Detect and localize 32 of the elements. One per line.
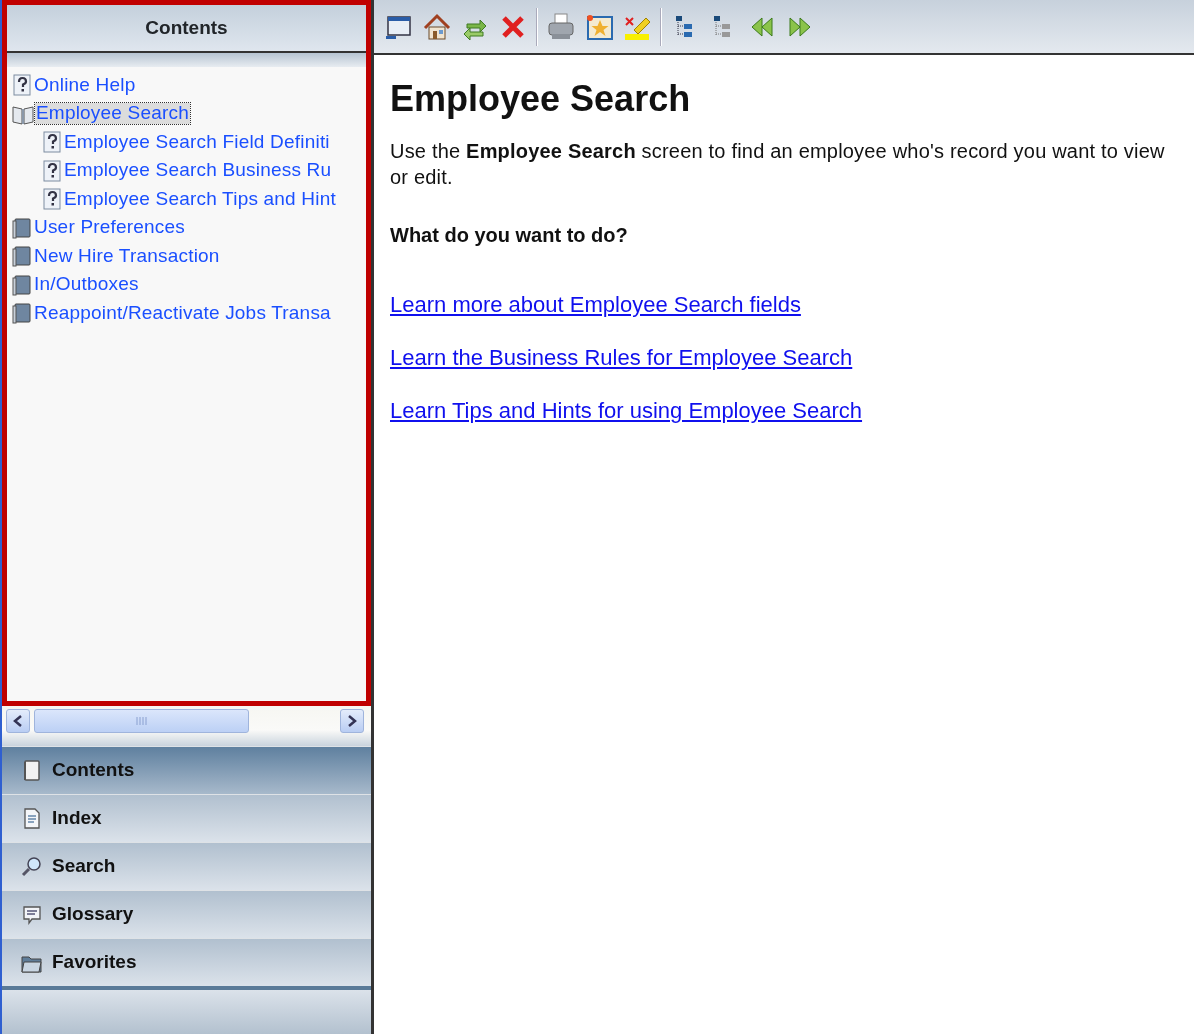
tree-item[interactable]: Employee Search Business Ru bbox=[63, 160, 333, 182]
scroll-right-button[interactable] bbox=[340, 709, 364, 733]
tree-item[interactable]: Reappoint/Reactivate Jobs Transa bbox=[33, 302, 332, 324]
nav-tab[interactable]: Contents bbox=[2, 746, 371, 794]
tree-item[interactable]: Online Help bbox=[33, 74, 137, 96]
scroll-left-button[interactable] bbox=[6, 709, 30, 733]
help-page-icon bbox=[11, 74, 33, 97]
help-page-icon bbox=[41, 131, 63, 154]
tree-item[interactable]: User Preferences bbox=[33, 217, 187, 239]
panel-title: Contents bbox=[7, 5, 366, 53]
nav-tab[interactable]: Index bbox=[2, 794, 371, 842]
search-icon bbox=[20, 854, 44, 879]
right-chevron-icon bbox=[346, 714, 358, 728]
tree-item[interactable]: Employee Search bbox=[35, 103, 190, 125]
tree-item[interactable]: Employee Search Field Definiti bbox=[63, 131, 331, 153]
section-heading: What do you want to do? bbox=[390, 223, 629, 249]
nav-tab[interactable]: Favorites bbox=[2, 938, 371, 986]
help-link[interactable]: Learn Tips and Hints for using Employee Search bbox=[390, 394, 863, 428]
intro-paragraph: Use the Employee Search screen to find an employee who's record you want to view or edit. bbox=[390, 139, 1166, 191]
help-link[interactable]: Learn the Business Rules for Employee Search bbox=[390, 341, 853, 375]
nav-tab[interactable]: Glossary bbox=[2, 890, 371, 938]
help-page-icon bbox=[41, 159, 63, 182]
page-heading: Employee Search bbox=[390, 77, 692, 121]
tree-item[interactable]: In/Outboxes bbox=[33, 274, 140, 296]
grip-icon bbox=[134, 716, 149, 726]
tree-item[interactable]: Employee Search Tips and Hint bbox=[63, 188, 337, 210]
tree-item[interactable]: New Hire Transaction bbox=[33, 245, 221, 267]
left-chevron-icon bbox=[12, 714, 24, 728]
scrollbar-thumb[interactable] bbox=[34, 709, 249, 733]
nav-tab[interactable]: Search bbox=[2, 842, 371, 890]
help-link[interactable]: Learn more about Employee Search fields bbox=[390, 288, 801, 322]
help-page-icon bbox=[41, 188, 63, 211]
